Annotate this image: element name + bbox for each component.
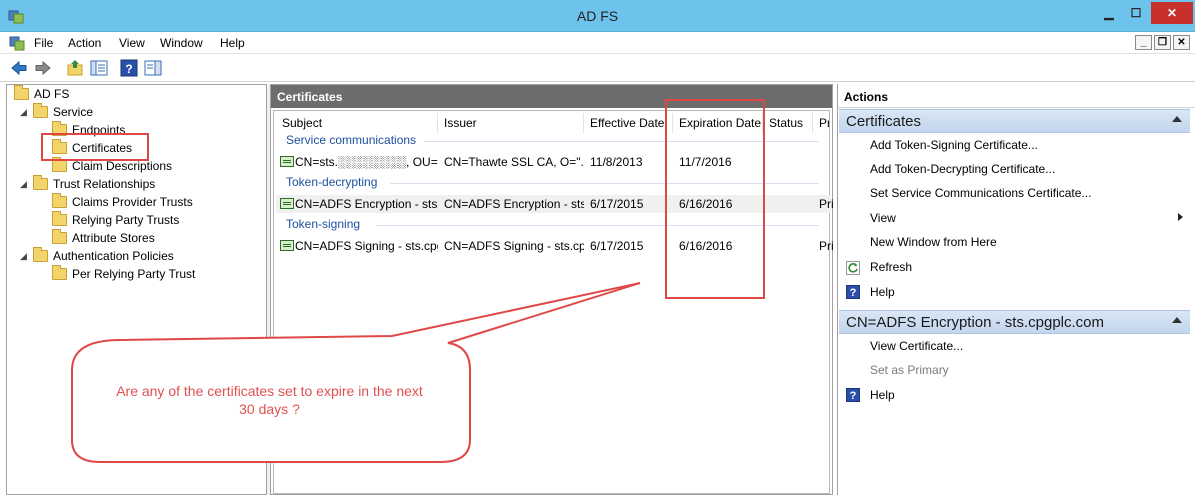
annotation-callout [71,282,641,463]
callout-line-2: 30 days ? [239,401,300,417]
callout-bubble-shape [71,282,641,463]
callout-line-1: Are any of the certificates set to expir… [116,383,423,399]
callout-text: Are any of the certificates set to expir… [92,382,447,418]
